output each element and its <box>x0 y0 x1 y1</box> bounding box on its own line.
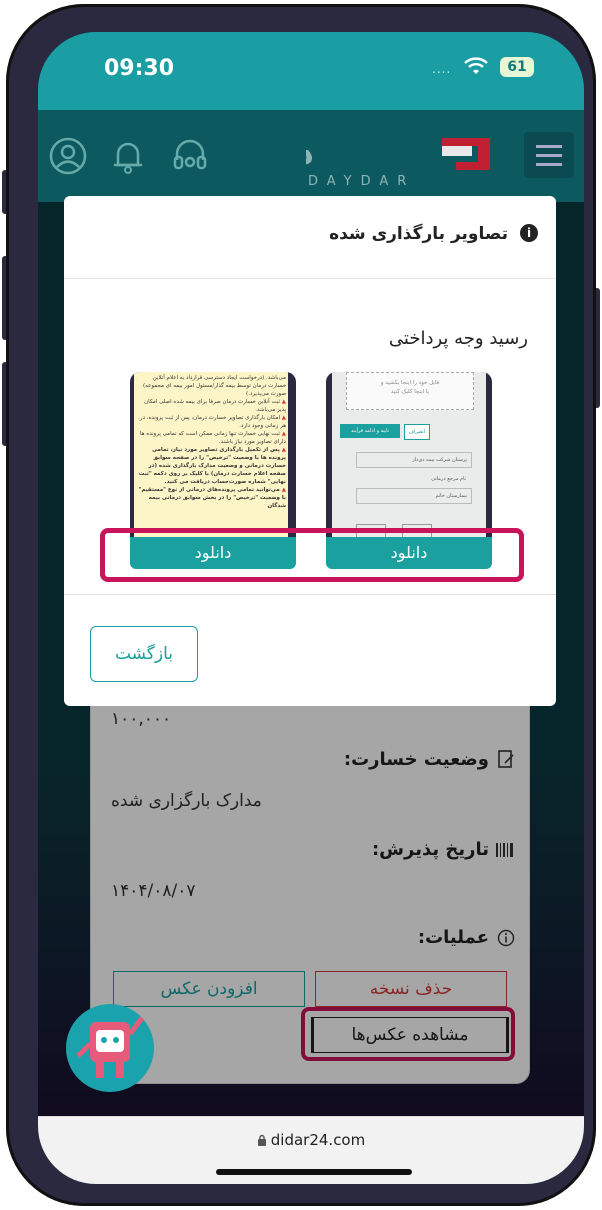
svg-text:دی‌دار: دی‌دار <box>306 133 314 173</box>
payment-receipt-title: رسید وجه پرداختی <box>388 328 528 349</box>
thumb-left-line-5: ▲ پس از تکمیل بارگذاری تصاویر مورد نیاز،… <box>138 447 286 485</box>
robot-mascot-icon <box>76 1016 144 1078</box>
lock-icon <box>257 1134 266 1146</box>
thumb-confirm-button: تایید و ادامه فرآیند <box>340 424 400 438</box>
thumb-left-line-1: می‌باشد. (درخواست ایجاد دسترسی قرارداد ب… <box>143 375 286 397</box>
status-bar: 09:30 .... 61 <box>38 32 584 110</box>
thumb-field-3: بیمارستان خاتم <box>356 488 472 504</box>
support-headset-icon[interactable] <box>170 136 210 176</box>
screen: 09:30 .... 61 دی‌دار <box>38 32 584 1184</box>
thumb-left-line-6: ▲ می‌توانید تمامی پرونده‌های درمانی از ن… <box>138 487 286 509</box>
wifi-icon <box>464 57 488 74</box>
thumb-upload-text-2: یا اینجا کلیک کنید <box>390 389 430 395</box>
url-display[interactable]: didar24.com <box>38 1131 584 1149</box>
info-icon: i <box>520 224 538 242</box>
hamburger-menu-button[interactable] <box>524 132 574 178</box>
thumb-cancel-button: انصراف <box>404 424 430 440</box>
profile-icon[interactable] <box>48 136 88 176</box>
thumb-left-line-4: ▲ ثبت نهایی خسارت تنها زمانی ممکن است که… <box>140 431 286 445</box>
browser-address-bar: didar24.com <box>38 1116 584 1184</box>
thumb-left-text: می‌باشد. (درخواست ایجاد دسترسی قرارداد ب… <box>138 374 286 510</box>
bell-icon[interactable] <box>108 136 148 176</box>
thumb-left-line-3: ▲ امکان بارگذاری تصاویر خسارت درمان، پس … <box>139 415 286 429</box>
thumb-upload-box: فایل خود را اینجا بکشید و یا اینجا کلیک … <box>346 372 474 410</box>
home-indicator[interactable] <box>216 1169 412 1175</box>
status-time: 09:30 <box>104 56 175 81</box>
phone-frame: 09:30 .... 61 دی‌دار <box>6 4 596 1206</box>
thumb-field-2: نام مرجع درمانی <box>431 476 466 482</box>
battery-icon: 61 <box>500 57 534 77</box>
download-buttons-highlight <box>100 528 524 582</box>
back-button[interactable]: بازگشت <box>90 626 198 682</box>
assistant-mascot-button[interactable] <box>66 1004 154 1092</box>
thumb-left-line-2: ▲ ثبت آنلاین خسارت درمان صرفا برای بیمه … <box>144 399 286 413</box>
uploaded-images-modal: i تصاویر بارگذاری شده رسید وجه پرداختی م… <box>64 196 556 706</box>
thumb-field-1: پرستان شرکت بیمه دی‌دار <box>356 452 472 468</box>
url-text: didar24.com <box>270 1131 366 1149</box>
modal-title: تصاویر بارگذاری شده <box>329 224 508 244</box>
modal-divider-top <box>64 278 556 279</box>
signal-dots: .... <box>432 62 452 76</box>
thumb-upload-text-1: فایل خود را اینجا بکشید و <box>380 380 440 386</box>
modal-divider-bottom <box>64 594 556 595</box>
logo-wordmark: DAYDAR <box>308 174 416 189</box>
